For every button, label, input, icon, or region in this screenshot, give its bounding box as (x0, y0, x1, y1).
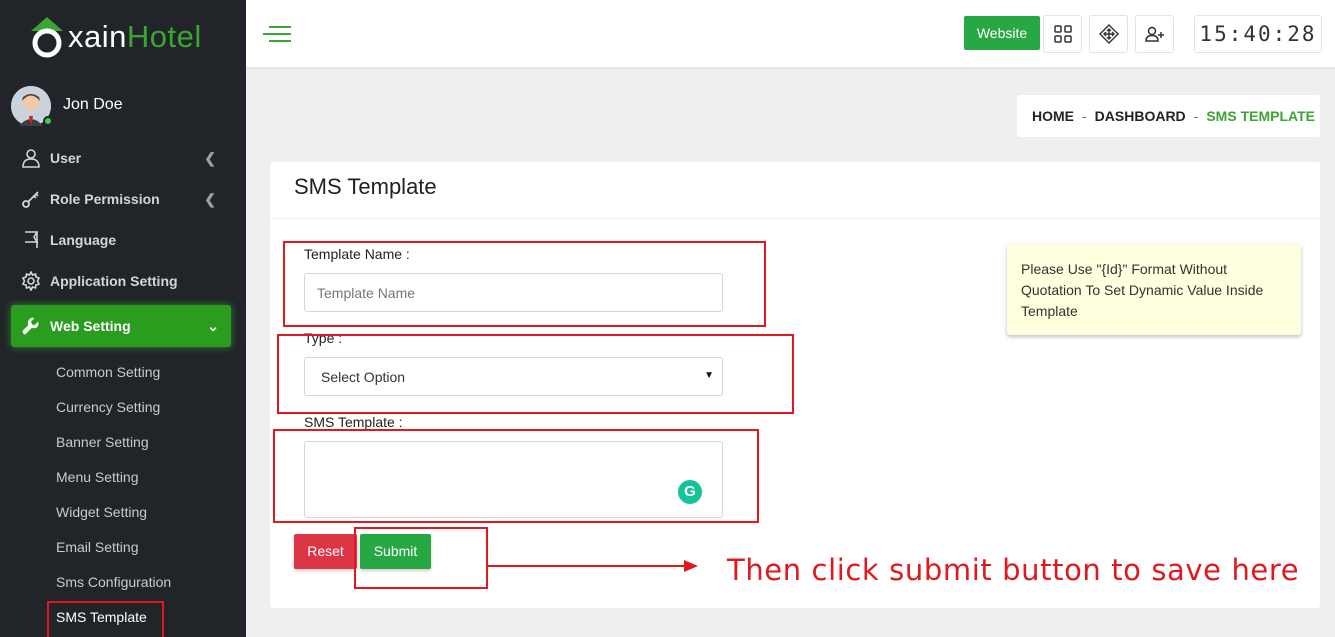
breadcrumb: HOME - DASHBOARD - SMS TEMPLATE (1017, 95, 1320, 137)
key-icon (20, 188, 42, 210)
sidebar-item-application-setting[interactable]: Application Setting (0, 260, 246, 301)
wrench-icon (20, 315, 42, 337)
topbar: Website 15:40:28 (246, 0, 1335, 67)
chevron-down-icon: ⌄ (207, 318, 219, 334)
sidebar-item-label: Role Permission (50, 190, 160, 207)
sidebar-subitem-banner-setting[interactable]: Banner Setting (0, 425, 246, 460)
sidebar-item-language[interactable]: Language (0, 219, 246, 260)
sidebar-item-label: Application Setting (50, 272, 178, 289)
user-profile[interactable]: Jon Doe (11, 86, 123, 126)
annotation-box-submit (354, 527, 488, 589)
sidebar-item-label: Web Setting (50, 318, 131, 334)
sidebar-menu: User ❮ Role Permission ❮ Language Applic… (0, 137, 246, 637)
sidebar-subitem-sms-template[interactable]: SMS Template (0, 600, 246, 637)
house-logo-icon (28, 15, 66, 59)
app-logo-text: xainHotel (68, 19, 202, 54)
flag-icon (20, 229, 42, 251)
sms-template-label: SMS Template : (304, 414, 403, 430)
breadcrumb-dashboard[interactable]: DASHBOARD (1095, 108, 1186, 124)
menu-toggle-icon[interactable] (263, 26, 291, 42)
annotation-arrow-head-icon (684, 560, 698, 572)
sidebar-item-role-permission[interactable]: Role Permission ❮ (0, 178, 246, 219)
app-logo[interactable]: xainHotel (28, 12, 202, 62)
sidebar-item-label: User (50, 149, 82, 166)
clock-display: 15:40:28 (1194, 15, 1322, 53)
breadcrumb-separator: - (1082, 108, 1087, 124)
avatar (11, 86, 53, 126)
page-title: SMS Template (294, 174, 437, 199)
reset-button[interactable]: Reset (294, 534, 357, 569)
sidebar-item-user[interactable]: User ❮ (0, 137, 246, 178)
dynamic-value-note: Please Use "{Id}" Format Without Quotati… (1007, 244, 1301, 335)
fullscreen-icon[interactable] (1089, 15, 1128, 53)
user-icon (20, 147, 42, 169)
sidebar-subitem-widget-setting[interactable]: Widget Setting (0, 495, 246, 530)
annotation-text: Then click submit button to save here (727, 553, 1300, 587)
sidebar-item-label: Language (50, 231, 117, 248)
add-user-icon[interactable] (1135, 15, 1174, 53)
breadcrumb-separator: - (1193, 108, 1199, 124)
grid-icon[interactable] (1043, 15, 1082, 53)
chevron-left-icon: ❮ (204, 150, 216, 166)
user-name: Jon Doe (63, 96, 123, 113)
annotation-box-sms-template (273, 429, 759, 523)
breadcrumb-home[interactable]: HOME (1032, 108, 1074, 124)
annotation-box-template-name (283, 241, 766, 327)
annotation-box-type (277, 334, 794, 414)
chevron-left-icon: ❮ (204, 191, 216, 207)
annotation-arrow-line (488, 565, 684, 567)
gear-icon (20, 270, 42, 292)
sidebar-subitem-currency-setting[interactable]: Currency Setting (0, 390, 246, 425)
sidebar-subitem-common-setting[interactable]: Common Setting (0, 355, 246, 390)
card-header: SMS Template (270, 162, 1320, 219)
sidebar-subitem-menu-setting[interactable]: Menu Setting (0, 460, 246, 495)
sidebar-subitem-sms-configuration[interactable]: Sms Configuration (0, 565, 246, 600)
sidebar-item-web-setting[interactable]: Web Setting ⌄ (11, 305, 231, 347)
sidebar-subitem-email-setting[interactable]: Email Setting (0, 530, 246, 565)
breadcrumb-current: SMS TEMPLATE (1206, 108, 1315, 124)
online-status-dot (43, 116, 53, 126)
website-button[interactable]: Website (964, 16, 1040, 50)
sidebar: xainHotel Jon Doe User ❮ Role Permission… (0, 0, 246, 637)
